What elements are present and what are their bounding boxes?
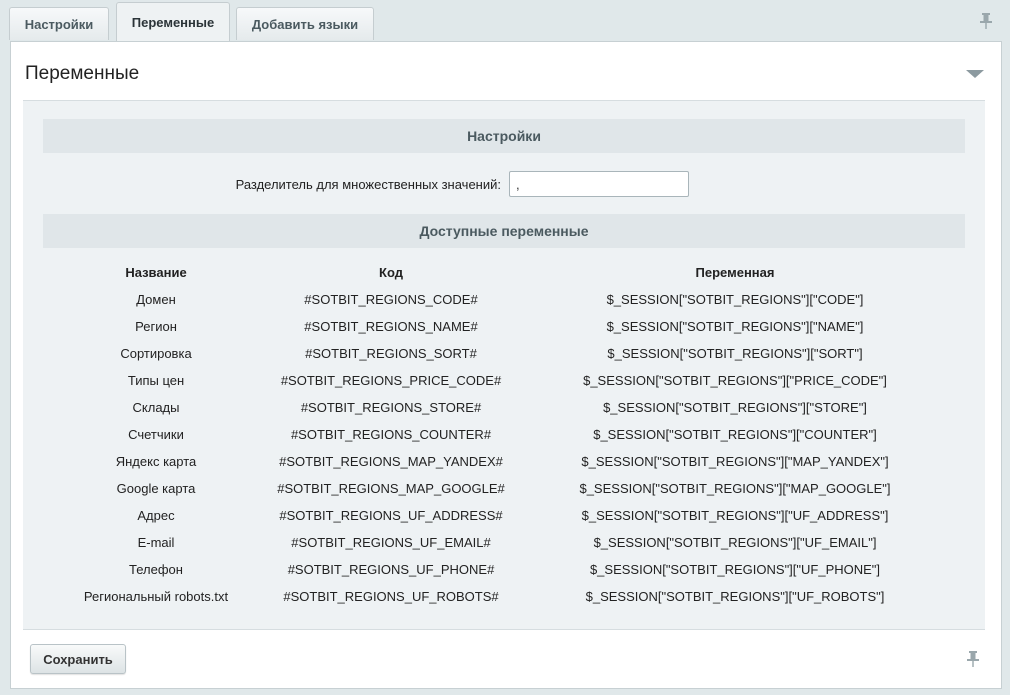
variable-name-cell: Склады bbox=[132, 400, 180, 415]
panel-title: Переменные bbox=[25, 63, 140, 84]
separator-label: Разделитель для множественных значений: bbox=[235, 177, 501, 192]
table-row: Google карта #SOTBIT_REGIONS_MAP_GOOGLE# $… bbox=[43, 477, 965, 504]
chevron-down-icon[interactable] bbox=[966, 70, 984, 78]
tab-settings-label: Настройки bbox=[24, 16, 94, 32]
save-button[interactable]: Сохранить bbox=[30, 644, 126, 674]
variable-value-cell: $_SESSION["SOTBIT_REGIONS"]["COUNTER"] bbox=[593, 427, 877, 442]
variable-value-cell: $_SESSION["SOTBIT_REGIONS"]["MAP_GOOGLE"… bbox=[579, 481, 891, 496]
variable-value-cell: $_SESSION["SOTBIT_REGIONS"]["UF_EMAIL"] bbox=[593, 535, 877, 550]
variable-name-cell: Адрес bbox=[137, 508, 175, 523]
table-row: Телефон #SOTBIT_REGIONS_UF_PHONE# $_SESSIO… bbox=[43, 558, 965, 585]
variable-name-cell: Региональный robots.txt bbox=[83, 589, 229, 604]
variable-value-cell: $_SESSION["SOTBIT_REGIONS"]["UF_PHONE"] bbox=[589, 562, 881, 577]
variable-code-cell: #SOTBIT_REGIONS_NAME# bbox=[304, 319, 478, 334]
variable-code-cell: #SOTBIT_REGIONS_UF_EMAIL# bbox=[291, 535, 491, 550]
variable-code-cell: #SOTBIT_REGIONS_MAP_YANDEX# bbox=[279, 454, 503, 469]
variable-name-cell: Google карта bbox=[116, 481, 196, 496]
table-row: Домен #SOTBIT_REGIONS_CODE# $_SESSION["SOT… bbox=[43, 288, 965, 315]
pin-icon[interactable] bbox=[979, 13, 993, 29]
variable-value-cell: $_SESSION["SOTBIT_REGIONS"]["UF_ADDRESS"… bbox=[581, 508, 889, 523]
variable-value-cell: $_SESSION["SOTBIT_REGIONS"]["STORE"] bbox=[603, 400, 867, 415]
settings-section-header: Настройки bbox=[43, 119, 965, 153]
table-row: Типы цен #SOTBIT_REGIONS_PRICE_CODE# $_SES… bbox=[43, 369, 965, 396]
table-row: Счетчики #SOTBIT_REGIONS_COUNTER# $_SESSIO… bbox=[43, 423, 965, 450]
tab-bar: Настройки Переменные Добавить языки bbox=[0, 0, 1010, 42]
table-row: Регион #SOTBIT_REGIONS_NAME# $_SESSION["SO… bbox=[43, 315, 965, 342]
variable-code-cell: #SOTBIT_REGIONS_COUNTER# bbox=[290, 427, 492, 442]
variable-code-cell: #SOTBIT_REGIONS_UF_ADDRESS# bbox=[279, 508, 503, 523]
pin-icon[interactable] bbox=[966, 651, 980, 667]
tab-variables-label: Переменные bbox=[131, 15, 215, 30]
variable-code-cell: #SOTBIT_REGIONS_PRICE_CODE# bbox=[280, 373, 502, 388]
table-row: Яндекс карта #SOTBIT_REGIONS_MAP_YANDEX# $… bbox=[43, 450, 965, 477]
variables-table: Название Код Переменная Домен #SOTBIT_REG… bbox=[43, 261, 965, 612]
variable-name-cell: Яндекс карта bbox=[115, 454, 197, 469]
variables-panel: Переменные Настройки Разделитель для мно… bbox=[10, 41, 1002, 689]
table-row: Региональный robots.txt #SOTBIT_REGIONS_U… bbox=[43, 585, 965, 612]
variable-code-cell: #SOTBIT_REGIONS_STORE# bbox=[300, 400, 482, 415]
column-header-variable: Переменная bbox=[695, 265, 775, 280]
tab-settings[interactable]: Настройки bbox=[9, 7, 109, 40]
variable-value-cell: $_SESSION["SOTBIT_REGIONS"]["NAME"] bbox=[606, 319, 864, 334]
table-row: E-mail #SOTBIT_REGIONS_UF_EMAIL# $_SESSION… bbox=[43, 531, 965, 558]
variable-name-cell: Счетчики bbox=[128, 427, 184, 442]
column-header-code: Код bbox=[379, 265, 403, 280]
tab-variables[interactable]: Переменные bbox=[116, 2, 230, 42]
variable-name-cell: Домен bbox=[136, 292, 176, 307]
variable-value-cell: $_SESSION["SOTBIT_REGIONS"]["MAP_YANDEX"… bbox=[581, 454, 889, 469]
variable-code-cell: #SOTBIT_REGIONS_UF_PHONE# bbox=[287, 562, 495, 577]
variable-code-cell: #SOTBIT_REGIONS_SORT# bbox=[305, 346, 477, 361]
variable-value-cell: $_SESSION["SOTBIT_REGIONS"]["SORT"] bbox=[607, 346, 863, 361]
variable-value-cell: $_SESSION["SOTBIT_REGIONS"]["PRICE_CODE"… bbox=[583, 373, 887, 388]
tab-add-languages-label: Добавить языки bbox=[251, 16, 359, 32]
column-header-name: Название bbox=[125, 265, 187, 280]
panel-content: Настройки Разделитель для множественных … bbox=[23, 100, 985, 630]
tab-add-languages[interactable]: Добавить языки bbox=[236, 7, 374, 40]
variable-value-cell: $_SESSION["SOTBIT_REGIONS"]["UF_ROBOTS"] bbox=[585, 589, 885, 604]
variable-code-cell: #SOTBIT_REGIONS_UF_ROBOTS# bbox=[283, 589, 499, 604]
variable-name-cell: E-mail bbox=[137, 535, 175, 550]
variable-name-cell: Регион bbox=[135, 319, 177, 334]
table-row: Сортировка #SOTBIT_REGIONS_SORT# $_SESSION… bbox=[43, 342, 965, 369]
variable-code-cell: #SOTBIT_REGIONS_MAP_GOOGLE# bbox=[277, 481, 505, 496]
table-row: Склады #SOTBIT_REGIONS_STORE# $_SESSION["S… bbox=[43, 396, 965, 423]
table-header-row: Название Код Переменная bbox=[43, 261, 965, 288]
variable-name-cell: Сортировка bbox=[120, 346, 192, 361]
table-row: Адрес #SOTBIT_REGIONS_UF_ADDRESS# $_SESSIO… bbox=[43, 504, 965, 531]
variable-code-cell: #SOTBIT_REGIONS_CODE# bbox=[304, 292, 478, 307]
variable-value-cell: $_SESSION["SOTBIT_REGIONS"]["CODE"] bbox=[606, 292, 864, 307]
separator-input[interactable] bbox=[509, 171, 689, 197]
variable-name-cell: Телефон bbox=[129, 562, 183, 577]
variables-section-header: Доступные переменные bbox=[43, 214, 965, 248]
variable-name-cell: Типы цен bbox=[127, 373, 185, 388]
